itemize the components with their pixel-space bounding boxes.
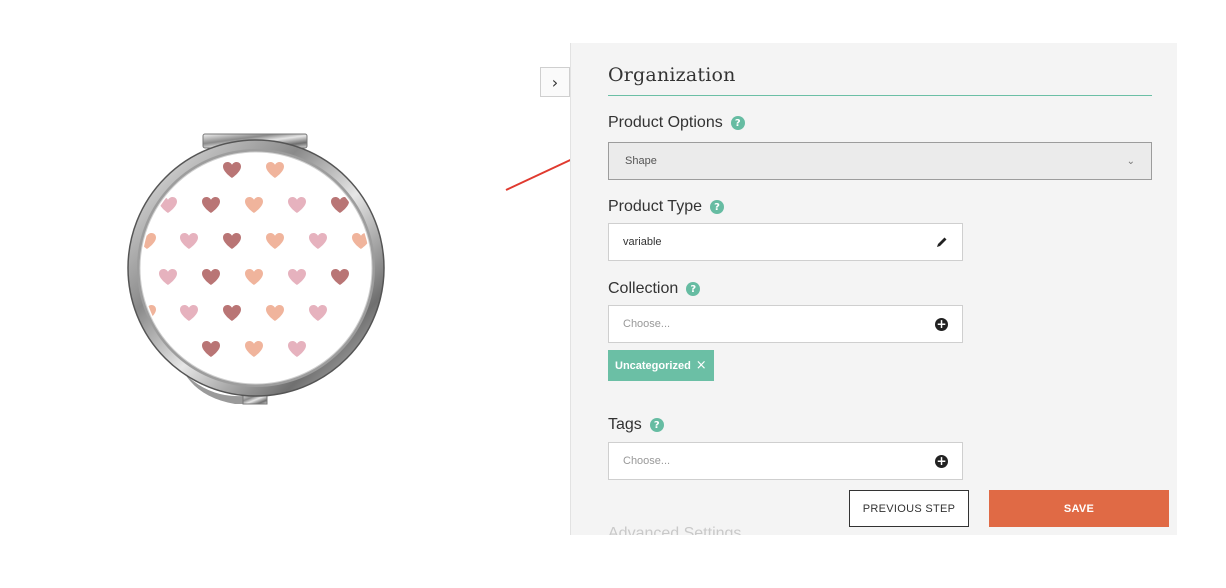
help-icon[interactable]: ? [649, 418, 664, 432]
product-type-label-text: Product Type [608, 198, 702, 215]
add-circle-icon[interactable]: + [935, 317, 948, 331]
section-divider [608, 95, 1152, 96]
collection-input[interactable]: Choose... + [608, 305, 963, 343]
product-type-value: variable [623, 236, 662, 248]
product-options-label-text: Product Options [608, 114, 723, 131]
previous-step-button[interactable]: PREVIOUS STEP [849, 490, 969, 527]
tags-placeholder: Choose... [623, 455, 671, 467]
tags-label: Tags ? [608, 416, 664, 434]
tags-label-text: Tags [608, 416, 642, 433]
chevron-right-icon: › [551, 72, 559, 92]
product-image [125, 128, 387, 406]
product-options-selected-value: Shape [625, 155, 657, 167]
section-title: Organization [608, 64, 736, 86]
chevron-down-icon: ⌄ [1126, 155, 1135, 167]
collection-chip[interactable]: Uncategorized × [608, 350, 714, 381]
tags-input[interactable]: Choose... + [608, 442, 963, 480]
save-button[interactable]: SAVE [989, 490, 1169, 527]
product-type-label: Product Type ? [608, 198, 724, 216]
organization-panel: Organization Product Options ? Shape ⌄ P… [570, 43, 1177, 535]
collection-chip-label: Uncategorized [615, 359, 691, 372]
pencil-icon[interactable] [936, 236, 948, 248]
collapse-panel-button[interactable]: › [540, 67, 570, 97]
collection-placeholder: Choose... [623, 318, 671, 330]
product-options-label: Product Options ? [608, 114, 745, 132]
help-icon[interactable]: ? [686, 282, 701, 296]
remove-chip-icon[interactable]: × [696, 358, 707, 373]
advanced-settings-heading: Advanced Settings [608, 525, 742, 535]
help-icon[interactable]: ? [730, 116, 745, 130]
help-icon[interactable]: ? [709, 200, 724, 214]
product-type-field[interactable]: variable [608, 223, 963, 261]
add-circle-icon[interactable]: + [935, 454, 948, 468]
collection-label: Collection ? [608, 280, 701, 298]
page: › Organization Product Options ? Shape ⌄… [0, 0, 1226, 588]
compact-mirror-illustration [127, 133, 385, 405]
collection-label-text: Collection [608, 280, 679, 297]
product-options-select[interactable]: Shape ⌄ [608, 142, 1152, 180]
